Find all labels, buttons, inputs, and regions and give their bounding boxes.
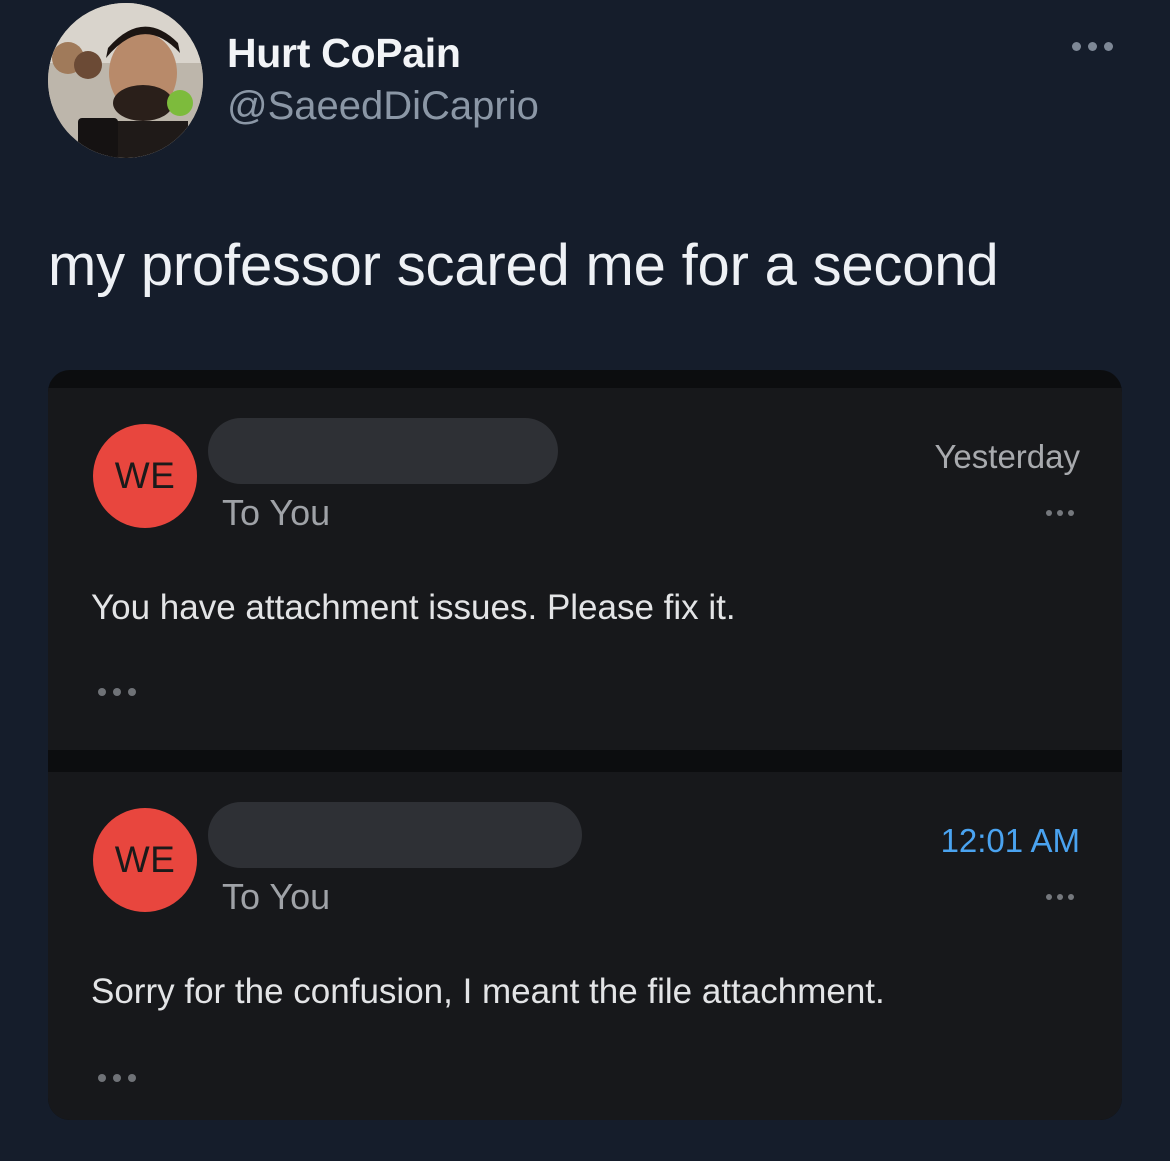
expand-thread-icon[interactable] — [98, 688, 136, 696]
email-more-icon[interactable] — [1046, 894, 1074, 900]
email-time: 12:01 AM — [940, 822, 1080, 859]
sender-avatar: WE — [93, 424, 197, 528]
email-item[interactable]: WE To You 12:01 AM Sorry for the confusi… — [48, 772, 1122, 1120]
recipient-label: To You — [222, 876, 331, 917]
profile-avatar[interactable] — [48, 3, 203, 158]
recipient-label: To You — [222, 492, 331, 533]
email-body: Sorry for the confusion, I meant the fil… — [91, 972, 885, 1011]
profile-photo-icon — [48, 3, 203, 158]
email-body: You have attachment issues. Please fix i… — [91, 588, 736, 627]
email-time: Yesterday — [934, 438, 1080, 475]
redacted-sender-name — [208, 418, 558, 484]
tweet-more-options-icon[interactable] — [1072, 42, 1113, 51]
expand-thread-icon[interactable] — [98, 1074, 136, 1082]
email-more-icon[interactable] — [1046, 510, 1074, 516]
user-handle[interactable]: @SaeedDiCaprio — [227, 84, 539, 129]
email-screenshot: WE To You Yesterday You have attachment … — [48, 370, 1122, 1120]
sender-avatar: WE — [93, 808, 197, 912]
tweet-text: my professor scared me for a second — [48, 233, 999, 298]
display-name[interactable]: Hurt CoPain — [227, 30, 461, 77]
tweet-screenshot: Hurt CoPain @SaeedDiCaprio my professor … — [0, 0, 1170, 1161]
redacted-sender-name — [208, 802, 582, 868]
email-item[interactable]: WE To You Yesterday You have attachment … — [48, 388, 1122, 750]
